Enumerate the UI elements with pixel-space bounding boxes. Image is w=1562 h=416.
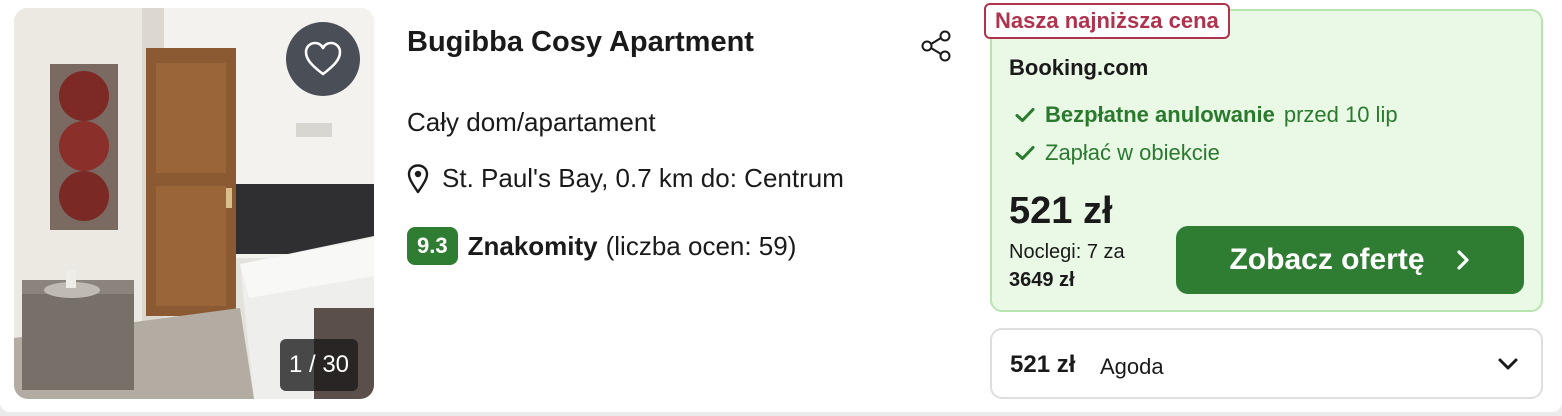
deal-provider: Booking.com bbox=[1009, 55, 1149, 80]
favorite-button[interactable] bbox=[286, 22, 360, 96]
map-pin-icon bbox=[407, 163, 429, 193]
hotel-card: 1 / 30 Bugibba Cosy Apartment Cały dom/a… bbox=[0, 0, 1562, 412]
free-cancellation-label: Bezpłatne anulowanie bbox=[1045, 102, 1275, 127]
other-offer-dropdown[interactable]: 521 zł Agoda bbox=[990, 328, 1543, 399]
share-icon[interactable] bbox=[918, 28, 954, 64]
rating-score-badge: 9.3 bbox=[407, 227, 458, 265]
view-deal-label: Zobacz ofertę bbox=[1229, 243, 1425, 276]
photo-counter: 1 / 30 bbox=[280, 339, 358, 391]
rating: 9.3 Znakomity (liczba ocen: 59) bbox=[407, 227, 796, 265]
check-icon bbox=[1015, 108, 1035, 122]
pay-at-property: Zapłać w obiekcie bbox=[1015, 140, 1220, 166]
location-text: St. Paul's Bay, 0.7 km do: Centrum bbox=[442, 163, 844, 193]
accommodation-type: Cały dom/apartament bbox=[407, 107, 656, 137]
hotel-title[interactable]: Bugibba Cosy Apartment bbox=[407, 26, 754, 59]
lowest-price-badge: Nasza najniższa cena bbox=[984, 3, 1230, 39]
rating-count: (liczba ocen: 59) bbox=[605, 230, 797, 261]
nightly-price: 521 zł bbox=[1009, 190, 1113, 232]
other-offer-price: 521 zł bbox=[1010, 351, 1076, 378]
stay-total: Noclegi: 7 za 3649 zł bbox=[1009, 238, 1125, 294]
free-cancellation-until: przed 10 lip bbox=[1283, 102, 1398, 127]
heart-icon bbox=[304, 41, 342, 76]
hotel-photo[interactable]: 1 / 30 bbox=[14, 8, 374, 399]
location[interactable]: St. Paul's Bay, 0.7 km do: Centrum bbox=[407, 163, 844, 194]
other-offer-provider: Agoda bbox=[1100, 354, 1164, 379]
free-cancellation: Bezpłatne anulowanie przed 10 lip bbox=[1015, 102, 1398, 128]
chevron-down-icon bbox=[1498, 358, 1518, 370]
chevron-right-icon bbox=[1456, 250, 1469, 270]
pay-at-property-label: Zapłać w obiekcie bbox=[1045, 140, 1220, 165]
view-deal-button[interactable]: Zobacz ofertę bbox=[1176, 226, 1524, 294]
nights-label: Noclegi: 7 za bbox=[1009, 241, 1125, 263]
rating-word: Znakomity bbox=[467, 230, 598, 261]
total-price: 3649 zł bbox=[1009, 269, 1075, 291]
check-icon bbox=[1015, 146, 1035, 160]
